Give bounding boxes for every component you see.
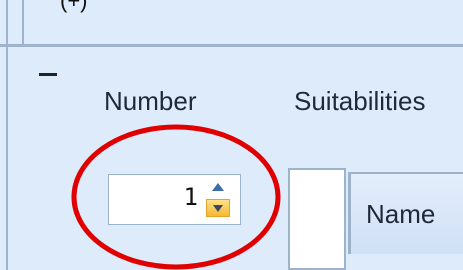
spin-up-arrow-icon: [212, 183, 224, 191]
number-spinner-value[interactable]: 1: [184, 183, 198, 211]
number-spinner[interactable]: 1: [108, 174, 241, 225]
number-label: Number: [104, 86, 197, 116]
top-toolbar: (+): [0, 0, 463, 44]
horizontal-divider: [0, 44, 463, 47]
spin-up-button[interactable]: [206, 181, 230, 197]
top-partial-text: (+): [60, 0, 88, 13]
suitabilities-list[interactable]: [288, 168, 346, 270]
group-panel: (+) Number Suitabilities 1 Name: [0, 0, 463, 270]
column-header-name[interactable]: Name: [348, 172, 463, 254]
spin-down-arrow-icon: [213, 205, 223, 212]
collapse-group-button[interactable]: [34, 64, 64, 84]
minus-icon: [39, 73, 57, 76]
left-border: [6, 0, 8, 270]
column-header-label: Name: [366, 199, 436, 229]
top-divider: [22, 0, 24, 44]
suitabilities-label: Suitabilities: [294, 86, 426, 116]
spin-down-button[interactable]: [206, 199, 230, 217]
